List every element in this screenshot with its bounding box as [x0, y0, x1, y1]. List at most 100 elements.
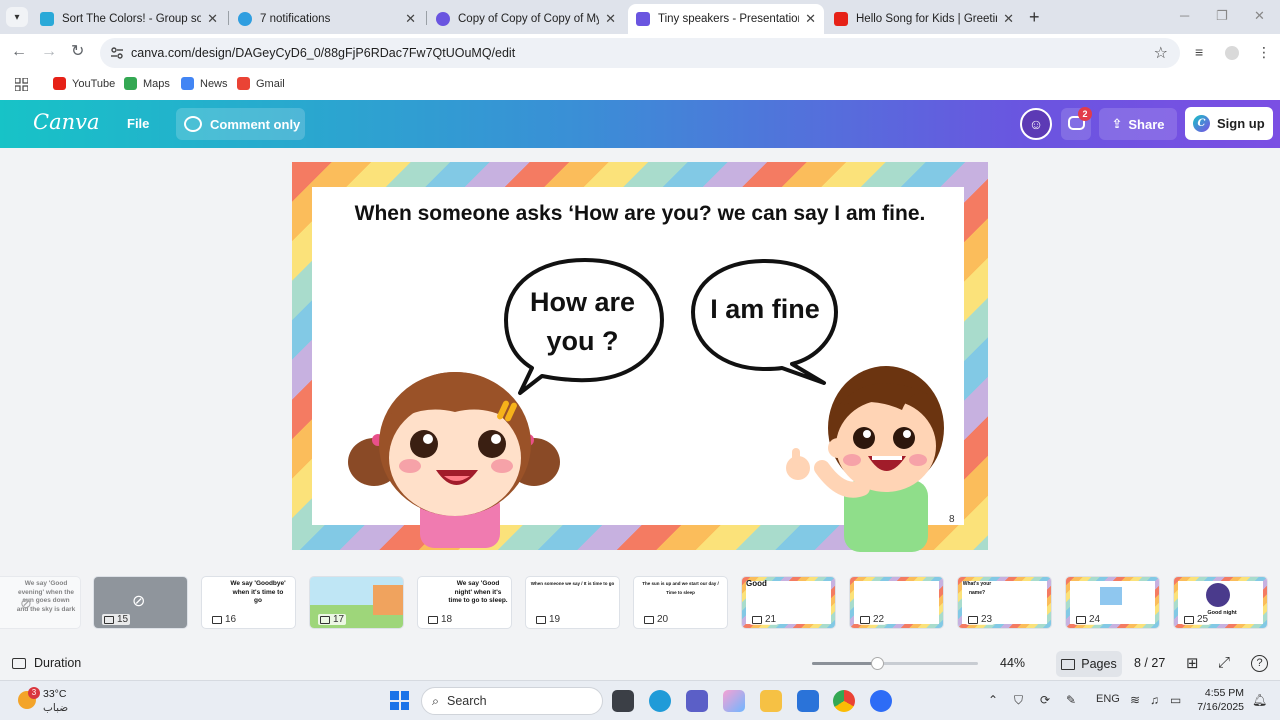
clock-date: 7/16/2025	[1197, 701, 1244, 713]
tab-close-icon[interactable]: ✕	[1003, 11, 1014, 27]
browser-tab[interactable]: Sort The Colors! - Group sort ✕	[32, 4, 226, 34]
duration-button[interactable]: Duration	[12, 656, 81, 670]
notes-icon	[752, 615, 762, 624]
play-icon	[12, 657, 26, 669]
canva-logo[interactable]: Canva	[33, 110, 100, 134]
thumbnail-number: 16	[210, 614, 239, 625]
thumbnail-number: 19	[534, 614, 563, 625]
zoom-app-icon[interactable]	[870, 690, 892, 712]
thumbnail-text: We say 'Good night' when it's time to go…	[448, 580, 508, 604]
comment-only-button[interactable]: Comment only	[176, 108, 305, 140]
zoom-slider-fill	[812, 662, 877, 665]
media-control-icon[interactable]: ≡	[1195, 44, 1203, 60]
thumbnail-scene	[1100, 587, 1122, 605]
tray-overflow-icon[interactable]: ⌃	[988, 693, 998, 707]
notes-icon	[644, 615, 654, 624]
collaborator-avatar[interactable]: ☺	[1020, 108, 1052, 140]
site-info-icon[interactable]	[110, 46, 124, 60]
slide-thumbnail[interactable]: Good night 25	[1174, 577, 1267, 628]
youtube-icon	[53, 77, 66, 90]
thumbnail-number: 17	[318, 614, 347, 625]
notes-icon	[968, 615, 978, 624]
bookmark-youtube[interactable]: YouTube	[53, 77, 115, 90]
pages-icon	[1061, 658, 1076, 670]
browser-tab[interactable]: Copy of Copy of Copy of My ro ✕	[428, 4, 624, 34]
forward-arrow-icon[interactable]: →	[41, 43, 57, 61]
sign-up-button[interactable]: C Sign up	[1185, 107, 1273, 140]
tab-search-button[interactable]: ▾	[6, 7, 28, 27]
browser-tab-strip: ▾ Sort The Colors! - Group sort ✕ 7 noti…	[0, 0, 1280, 34]
tab-divider	[228, 11, 229, 25]
thumbnail-number: 22	[858, 614, 887, 625]
pen-icon[interactable]: ✎	[1066, 693, 1076, 707]
edge-icon[interactable]	[649, 690, 671, 712]
slide-thumbnail[interactable]: ⊘ 15	[94, 577, 187, 628]
slide-thumbnail[interactable]: 24	[1066, 577, 1159, 628]
tab-close-icon[interactable]: ✕	[605, 11, 616, 27]
sync-icon[interactable]: ⟳	[1040, 693, 1050, 707]
teams-icon[interactable]	[686, 690, 708, 712]
slide-thumbnail[interactable]: What's your name? 23	[958, 577, 1051, 628]
tab-close-icon[interactable]: ✕	[207, 11, 218, 27]
file-menu-button[interactable]: File	[127, 116, 149, 131]
start-button[interactable]	[390, 691, 409, 710]
profile-avatar[interactable]	[1225, 46, 1239, 60]
store-icon[interactable]	[797, 690, 819, 712]
slide-thumbnail[interactable]: 17	[310, 577, 403, 628]
notification-bell-icon[interactable]: 🔔︎	[1252, 693, 1267, 707]
slide-thumbnail[interactable]: Good 21	[742, 577, 835, 628]
notes-icon	[104, 615, 114, 624]
thumbnail-text: The sun is up and we start our day / Tim…	[642, 581, 719, 595]
language-indicator[interactable]: ENG	[1096, 693, 1120, 705]
minimize-icon[interactable]: ─	[1180, 8, 1189, 23]
volume-icon[interactable]: ♫	[1150, 693, 1159, 707]
new-tab-button[interactable]: +	[1029, 8, 1040, 26]
slide-thumbnail[interactable]: 22	[850, 577, 943, 628]
zoom-level[interactable]: 44%	[1000, 656, 1025, 670]
thumbnail-number-text: 25	[1197, 614, 1209, 625]
browser-tab-active[interactable]: Tiny speakers - Presentation ✕	[628, 4, 824, 34]
tab-close-icon[interactable]: ✕	[405, 11, 416, 27]
battery-icon[interactable]: ▭	[1170, 693, 1181, 707]
bookmark-star-icon[interactable]: ☆	[1154, 43, 1168, 63]
browser-tab[interactable]: Hello Song for Kids | Greeting S ✕	[826, 4, 1022, 34]
slide-page-number: 8	[949, 514, 955, 525]
reload-icon[interactable]: ↻	[71, 43, 84, 61]
hidden-eye-icon: ⊘	[132, 593, 146, 610]
sign-up-label: Sign up	[1217, 116, 1265, 131]
close-window-icon[interactable]: ✕	[1254, 8, 1265, 24]
grid-view-icon[interactable]: ⊞	[1186, 654, 1199, 672]
pages-button[interactable]: Pages	[1056, 651, 1122, 677]
system-clock[interactable]: 4:55 PM 7/16/2025	[1196, 686, 1244, 714]
taskbar-search[interactable]: ⌕ Search	[421, 687, 603, 715]
restore-icon[interactable]: ❐	[1216, 8, 1228, 24]
news-icon	[181, 77, 194, 90]
bookmark-gmail[interactable]: Gmail	[237, 77, 285, 90]
wifi-icon[interactable]: ≋	[1130, 693, 1140, 707]
weather-condition: ضباب	[43, 702, 69, 714]
browser-menu-icon[interactable]: ⋮	[1257, 44, 1271, 61]
fullscreen-icon[interactable]: ⤢	[1218, 654, 1230, 671]
browser-tab[interactable]: 7 notifications ✕	[230, 4, 424, 34]
tab-close-icon[interactable]: ✕	[805, 11, 816, 27]
task-view-icon[interactable]	[612, 690, 634, 712]
zoom-slider[interactable]	[812, 657, 978, 670]
file-explorer-icon[interactable]	[760, 690, 782, 712]
help-icon[interactable]: ?	[1251, 655, 1268, 672]
slide-thumbnail[interactable]: When someone we say / It is time to go 1…	[526, 577, 619, 628]
thumbnail-number-text: 24	[1089, 614, 1101, 625]
bookmark-maps[interactable]: Maps	[124, 77, 170, 90]
zoom-slider-handle[interactable]	[870, 657, 884, 670]
address-bar[interactable]: canva.com/design/DAGeyCyD6_0/88gFjP6RDac…	[100, 38, 1180, 68]
slide-thumbnail[interactable]: We say 'Good night' when it's time to go…	[418, 577, 511, 628]
apps-grid-icon[interactable]	[15, 78, 28, 91]
security-icon[interactable]: ⛉	[1014, 693, 1023, 708]
slide-thumbnail[interactable]: We say 'Goodbye' when it's time to go 16	[202, 577, 295, 628]
copilot-icon[interactable]	[723, 690, 745, 712]
slide-thumbnail[interactable]: We say 'Good evening' when the sun goes …	[0, 577, 80, 628]
back-arrow-icon[interactable]: ←	[11, 43, 27, 61]
chrome-icon[interactable]	[833, 690, 855, 712]
slide-thumbnail[interactable]: The sun is up and we start our day / Tim…	[634, 577, 727, 628]
share-button[interactable]: ⇪ Share	[1099, 108, 1177, 140]
bookmark-news[interactable]: News	[181, 77, 228, 90]
